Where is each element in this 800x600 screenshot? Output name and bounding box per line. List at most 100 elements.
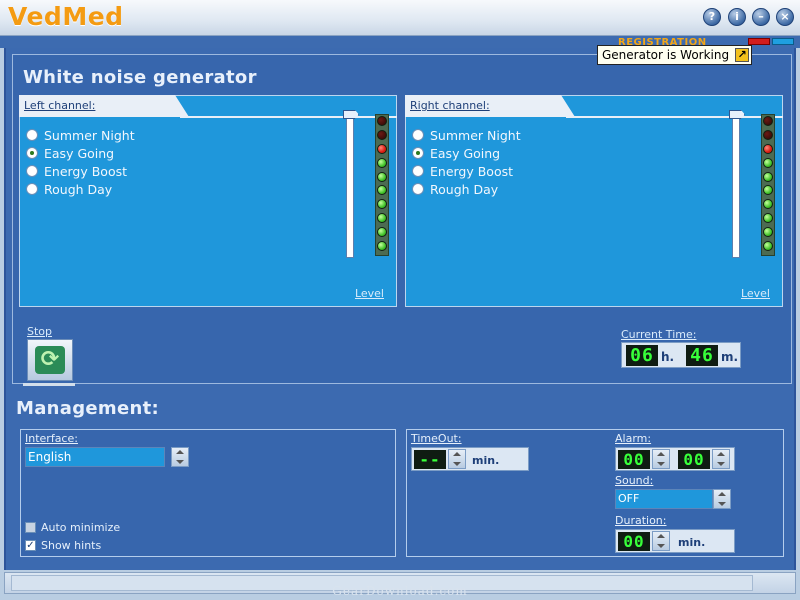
info-icon[interactable]: i xyxy=(728,8,746,26)
sound-label: Sound: xyxy=(615,474,654,487)
alarm-hours-spinner[interactable] xyxy=(652,449,670,469)
hours-unit: h. xyxy=(661,350,675,364)
led-indicator xyxy=(763,143,773,154)
alarm-minutes-display: 00 xyxy=(678,450,710,469)
radio-button[interactable] xyxy=(26,183,38,195)
led-indicator xyxy=(377,185,387,196)
white-noise-panel: White noise generator Left channel: Summ… xyxy=(12,54,792,386)
left-channel-label: Left channel: xyxy=(24,99,96,112)
channel-tab-line xyxy=(566,116,783,118)
app-title: VedMed xyxy=(8,2,124,31)
radio-label: Energy Boost xyxy=(430,163,514,179)
current-time-minutes: 46 xyxy=(686,345,718,366)
led-indicator xyxy=(377,241,387,252)
radio-option[interactable]: Summer Night xyxy=(26,126,135,144)
led-indicator xyxy=(763,185,773,196)
right-level-meter xyxy=(761,114,775,256)
radio-label: Rough Day xyxy=(44,181,113,197)
left-level-slider-track[interactable] xyxy=(346,118,354,258)
show-hints-checkbox[interactable]: ✓ xyxy=(25,540,36,551)
led-indicator xyxy=(763,199,773,210)
radio-button-selected[interactable] xyxy=(412,147,424,159)
right-channel-label: Right channel: xyxy=(410,99,490,112)
alarm-minutes-spinner[interactable] xyxy=(712,449,730,469)
radio-option[interactable]: Easy Going xyxy=(412,144,521,162)
title-bar: VedMed ? i – × xyxy=(0,0,800,36)
radio-option[interactable]: Summer Night xyxy=(412,126,521,144)
watermark-text: GearDownload.com xyxy=(332,584,468,598)
duration-label: Duration: xyxy=(615,514,667,527)
right-channel-options: Summer Night Easy Going Energy Boost Rou… xyxy=(412,126,521,198)
sound-select[interactable]: OFF xyxy=(615,489,713,509)
tooltip: Generator is Working ↗ xyxy=(597,45,753,65)
right-level-slider-track[interactable] xyxy=(732,118,740,258)
radio-button[interactable] xyxy=(26,129,38,141)
alarm-control: 00 00 xyxy=(615,447,735,471)
radio-button[interactable] xyxy=(412,129,424,141)
registration-indicator-blue xyxy=(772,38,794,45)
right-level-link[interactable]: Level xyxy=(741,287,770,300)
help-icon[interactable]: ? xyxy=(703,8,721,26)
left-channel-panel: Left channel: Summer Night Easy Going En… xyxy=(19,95,397,307)
close-button[interactable]: × xyxy=(776,8,794,26)
radio-option[interactable]: Energy Boost xyxy=(26,162,135,180)
show-hints-option[interactable]: ✓ Show hints xyxy=(25,539,101,552)
duration-control: 00 min. xyxy=(615,529,735,553)
left-level-meter xyxy=(375,114,389,256)
radio-option[interactable]: Energy Boost xyxy=(412,162,521,180)
radio-option[interactable]: Rough Day xyxy=(26,180,135,198)
tooltip-text: Generator is Working xyxy=(602,48,730,62)
registration-indicator-red xyxy=(748,38,770,45)
radio-label: Rough Day xyxy=(430,181,499,197)
led-indicator xyxy=(763,227,773,238)
duration-unit: min. xyxy=(678,536,706,549)
led-indicator xyxy=(763,157,773,168)
interface-select[interactable]: English xyxy=(25,447,165,467)
led-indicator xyxy=(763,171,773,182)
led-indicator xyxy=(377,143,387,154)
radio-option[interactable]: Easy Going xyxy=(26,144,135,162)
minimize-button[interactable]: – xyxy=(752,8,770,26)
arrow-link-icon: ↗ xyxy=(735,48,750,62)
management-interface-panel: Interface: English Auto minimize ✓ Show … xyxy=(20,429,396,557)
interface-spinner[interactable] xyxy=(171,447,189,467)
main-panel: White noise generator Left channel: Summ… xyxy=(4,48,796,570)
timeout-control: -- min. xyxy=(411,447,529,471)
auto-minimize-label: Auto minimize xyxy=(41,521,121,534)
duration-spinner[interactable] xyxy=(652,531,670,551)
stop-button[interactable]: ⟳ xyxy=(27,339,73,381)
show-hints-label: Show hints xyxy=(41,539,102,552)
led-indicator xyxy=(377,171,387,182)
current-time-display: 06 h. 46 m. xyxy=(621,342,741,368)
section-title-management: Management: xyxy=(16,398,159,419)
radio-option[interactable]: Rough Day xyxy=(412,180,521,198)
timeout-unit: min. xyxy=(472,454,500,467)
led-indicator xyxy=(377,116,387,126)
radio-label: Summer Night xyxy=(430,127,521,143)
alarm-hours-display: 00 xyxy=(618,450,650,469)
led-indicator xyxy=(763,129,773,140)
radio-button-selected[interactable] xyxy=(26,147,38,159)
timeout-spinner[interactable] xyxy=(448,449,466,469)
radio-button[interactable] xyxy=(412,165,424,177)
minutes-unit: m. xyxy=(721,350,739,364)
led-indicator xyxy=(377,227,387,238)
led-indicator xyxy=(377,157,387,168)
left-channel-options: Summer Night Easy Going Energy Boost Rou… xyxy=(26,126,135,198)
auto-minimize-option[interactable]: Auto minimize xyxy=(25,521,120,534)
led-indicator xyxy=(763,213,773,224)
duration-display: 00 xyxy=(618,532,650,551)
sound-spinner[interactable] xyxy=(713,489,731,509)
stop-label[interactable]: Stop xyxy=(27,325,52,338)
led-indicator xyxy=(377,199,387,210)
channel-tab-line xyxy=(180,116,397,118)
left-level-link[interactable]: Level xyxy=(355,287,384,300)
radio-button[interactable] xyxy=(26,165,38,177)
radio-button[interactable] xyxy=(412,183,424,195)
current-time-label: Current Time: xyxy=(621,328,697,341)
led-indicator xyxy=(377,129,387,140)
auto-minimize-checkbox[interactable] xyxy=(25,522,36,533)
radio-label: Easy Going xyxy=(430,145,501,161)
refresh-arrows-icon: ⟳ xyxy=(35,346,65,374)
radio-label: Summer Night xyxy=(44,127,135,143)
